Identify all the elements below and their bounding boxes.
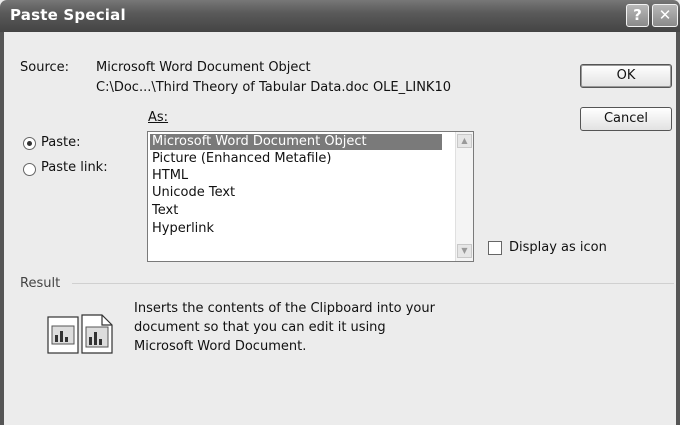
list-item[interactable]: HTML xyxy=(150,168,188,184)
paste-link-radio-label[interactable]: Paste link: xyxy=(41,160,108,175)
close-button[interactable]: ✕ xyxy=(652,4,678,27)
list-scrollbar[interactable]: ▲ ▼ xyxy=(455,132,473,261)
list-item[interactable]: Picture (Enhanced Metafile) xyxy=(150,151,332,167)
paste-radio-dot xyxy=(27,141,32,146)
help-button[interactable]: ? xyxy=(626,4,649,27)
scroll-up-arrow-icon[interactable]: ▲ xyxy=(457,134,472,148)
window-frame-left xyxy=(0,32,4,425)
paste-link-radio[interactable] xyxy=(23,163,36,176)
result-description-line-2: document so that you can edit it using xyxy=(134,320,386,335)
display-as-icon-label[interactable]: Display as icon xyxy=(509,240,607,255)
ok-button[interactable]: OK xyxy=(580,64,672,88)
title-bar[interactable]: Paste Special ? ✕ xyxy=(0,0,680,32)
as-listbox[interactable]: Microsoft Word Document Object Picture (… xyxy=(147,131,474,262)
paste-special-dialog: Paste Special ? ✕ Source: Microsoft Word… xyxy=(0,0,680,425)
paste-radio[interactable] xyxy=(23,137,36,150)
source-path: C:\Doc...\Third Theory of Tabular Data.d… xyxy=(96,80,451,95)
paste-document-icon xyxy=(47,314,113,354)
result-description-line-1: Inserts the contents of the Clipboard in… xyxy=(134,301,435,316)
help-icon: ? xyxy=(633,6,642,24)
display-as-icon-checkbox[interactable] xyxy=(488,241,502,255)
result-divider xyxy=(72,283,674,284)
as-label: As: xyxy=(148,110,169,125)
paste-radio-label[interactable]: Paste: xyxy=(41,135,80,150)
close-icon: ✕ xyxy=(658,6,672,24)
list-item[interactable]: Text xyxy=(150,203,178,219)
list-item[interactable]: Unicode Text xyxy=(150,185,235,201)
scroll-down-arrow-icon[interactable]: ▼ xyxy=(457,244,472,258)
dialog-title: Paste Special xyxy=(10,6,126,24)
result-label: Result xyxy=(20,276,61,291)
list-item[interactable]: Microsoft Word Document Object xyxy=(150,134,442,150)
result-description-line-3: Microsoft Word Document. xyxy=(134,339,307,354)
source-object-name: Microsoft Word Document Object xyxy=(96,60,311,75)
window-frame-right xyxy=(676,32,680,425)
cancel-button[interactable]: Cancel xyxy=(580,107,672,131)
source-label: Source: xyxy=(20,60,70,75)
list-item[interactable]: Hyperlink xyxy=(150,221,214,237)
